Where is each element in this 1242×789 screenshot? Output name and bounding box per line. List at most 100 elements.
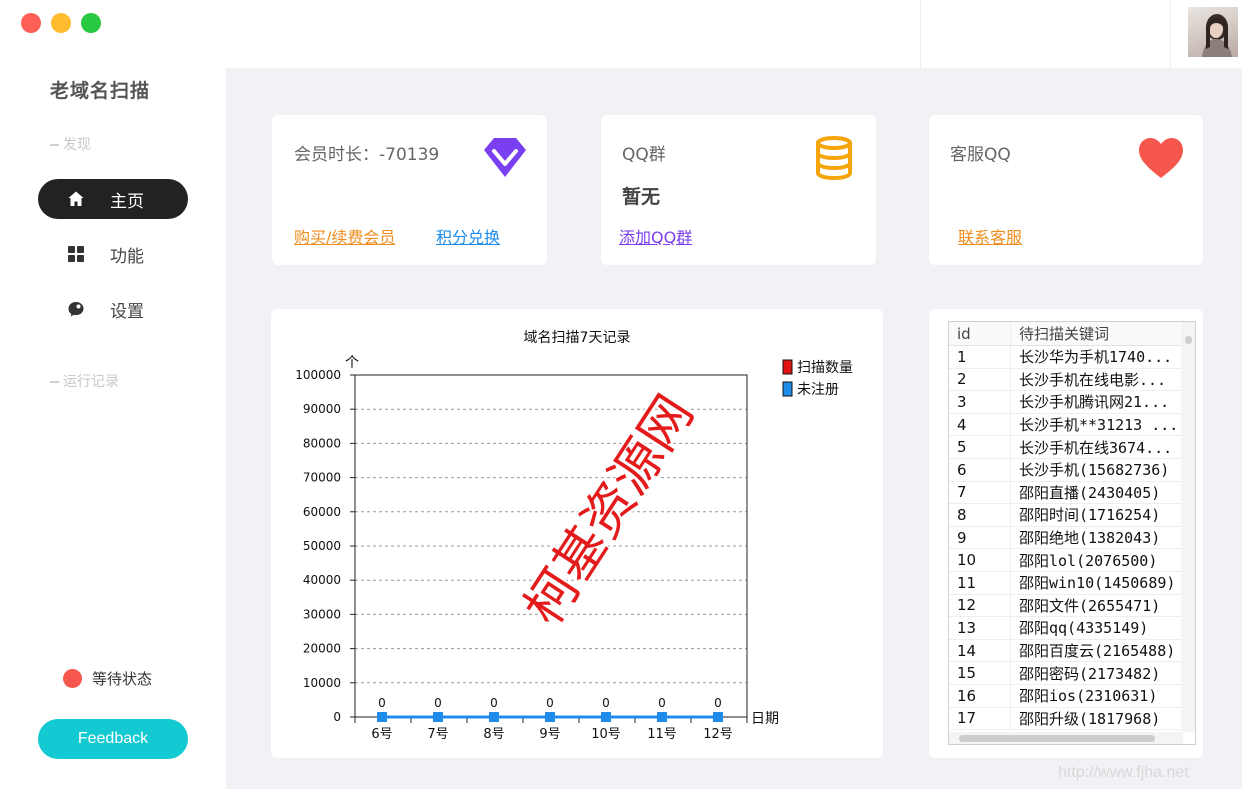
window-close-button[interactable] [21, 13, 41, 33]
feedback-button[interactable]: Feedback [38, 719, 188, 759]
legend-label: 未注册 [797, 382, 839, 398]
table-row[interactable]: 16 邵阳ios(2310631) [949, 684, 1195, 708]
cell-keyword: 邵阳直播(2430405) [1019, 483, 1161, 502]
x-tick-label: 10号 [591, 727, 621, 742]
cell-id: 3 [949, 391, 1011, 413]
cell-keyword: 邵阳ios(2310631) [1019, 687, 1158, 706]
table-row[interactable]: 12 邵阳文件(2655471) [949, 594, 1195, 618]
keyword-table-card: id 待扫描关键词 1 长沙华为手机1740... 2 长沙手机在线电影... 3 长沙手… [929, 309, 1203, 758]
contact-support-link[interactable]: 联系客服 [958, 224, 1022, 248]
top-bar [226, 0, 1242, 68]
cell-id: 1 [949, 346, 1011, 368]
section-run-log-label: 运行记录 [63, 374, 119, 390]
sidebar-item-features[interactable]: 功能 [38, 234, 188, 274]
table-header: id 待扫描关键词 [949, 322, 1195, 346]
y-tick-label: 20000 [303, 642, 341, 656]
points-exchange-link[interactable]: 积分兑换 [436, 224, 500, 248]
section-discover: 发现 [50, 134, 91, 154]
y-tick-label: 10000 [303, 676, 341, 690]
add-qq-group-link[interactable]: 添加QQ群 [619, 224, 692, 248]
cell-id: 10 [949, 549, 1011, 571]
cell-id: 13 [949, 617, 1011, 639]
data-point [433, 712, 443, 722]
cell-keyword: 邵阳qq(4335149) [1019, 619, 1149, 638]
y-tick-label: 40000 [303, 573, 341, 587]
horizontal-scrollbar[interactable] [949, 732, 1183, 744]
section-discover-label: 发现 [63, 137, 91, 153]
table-row[interactable]: 17 邵阳升级(1817968) [949, 707, 1195, 731]
qq-group-label: QQ群 [622, 145, 666, 165]
table-row[interactable]: 1 长沙华为手机1740... [949, 346, 1195, 369]
cell-keyword: 长沙手机在线电影... [1019, 370, 1167, 389]
cell-keyword: 邵阳绝地(1382043) [1019, 529, 1161, 548]
table-row[interactable]: 9 邵阳绝地(1382043) [949, 526, 1195, 550]
table-row[interactable]: 10 邵阳lol(2076500) [949, 549, 1195, 572]
x-tick-label: 6号 [371, 727, 392, 742]
cell-id: 15 [949, 662, 1011, 684]
table-row[interactable]: 11 邵阳win10(1450689) [949, 571, 1195, 595]
dash-icon [50, 381, 59, 383]
cell-keyword: 邵阳时间(1716254) [1019, 506, 1161, 525]
app-title: 老域名扫描 [50, 80, 151, 102]
cell-id: 11 [949, 571, 1011, 594]
data-point [545, 712, 555, 722]
y-axis-label: 个 [345, 355, 359, 371]
legend-swatch [782, 359, 793, 375]
y-tick-label: 90000 [303, 402, 341, 416]
keyword-table[interactable]: id 待扫描关键词 1 长沙华为手机1740... 2 长沙手机在线电影... 3 长沙手… [948, 321, 1196, 745]
table-row[interactable]: 14 邵阳百度云(2165488) [949, 639, 1195, 663]
legend-swatch [782, 381, 793, 397]
diamond-icon [483, 135, 527, 183]
x-tick-label: 11号 [647, 727, 677, 742]
cell-keyword: 长沙手机腾讯网21... [1019, 393, 1170, 412]
divider [920, 0, 921, 68]
table-row[interactable]: 15 邵阳密码(2173482) [949, 662, 1195, 685]
data-label: 0 [546, 696, 554, 710]
chat-bubble-icon [66, 299, 86, 319]
table-row[interactable]: 13 邵阳qq(4335149) [949, 617, 1195, 640]
status-indicator: 等待状态 [63, 668, 152, 689]
table-row[interactable]: 6 长沙手机(15682736) [949, 458, 1195, 482]
sidebar-item-home[interactable]: 主页 [38, 179, 188, 219]
table-row[interactable]: 8 邵阳时间(1716254) [949, 504, 1195, 527]
footer-url: http://www.fjha.net [1058, 764, 1189, 781]
scroll-thumb[interactable] [959, 735, 1155, 742]
cell-keyword: 邵阳升级(1817968) [1019, 709, 1161, 728]
membership-card: 会员时长：-70139 购买/续费会员 积分兑换 [272, 115, 547, 265]
avatar[interactable] [1188, 7, 1238, 57]
sidebar-item-settings[interactable]: 设置 [38, 289, 188, 329]
cell-keyword: 长沙手机**31213 ... [1019, 416, 1179, 435]
header-id[interactable]: id [949, 322, 1011, 345]
table-row[interactable]: 5 长沙手机在线3674... [949, 436, 1195, 459]
table-row[interactable]: 4 长沙手机**31213 ... [949, 413, 1195, 437]
x-axis-label: 日期 [751, 711, 779, 727]
y-tick-label: 70000 [303, 471, 341, 485]
table-row[interactable]: 3 长沙手机腾讯网21... [949, 391, 1195, 414]
table-row[interactable]: 7 邵阳直播(2430405) [949, 481, 1195, 505]
cell-id: 7 [949, 481, 1011, 504]
window-minimize-button[interactable] [51, 13, 71, 33]
vertical-scrollbar[interactable] [1181, 322, 1195, 732]
window-maximize-button[interactable] [81, 13, 101, 33]
status-text: 等待状态 [92, 670, 153, 688]
divider [1170, 0, 1171, 68]
scroll-thumb[interactable] [1185, 336, 1192, 344]
grid-icon [66, 244, 86, 264]
x-tick-label: 8号 [483, 727, 504, 742]
y-tick-label: 50000 [303, 539, 341, 553]
data-label: 0 [434, 696, 442, 710]
header-keyword[interactable]: 待扫描关键词 [1011, 323, 1183, 344]
dash-icon [50, 144, 59, 146]
sidebar-item-label: 设置 [110, 301, 144, 322]
section-run-log[interactable]: 运行记录 [50, 371, 119, 391]
sidebar-item-label: 主页 [110, 191, 144, 212]
table-row[interactable]: 2 长沙手机在线电影... [949, 368, 1195, 392]
data-label: 0 [490, 696, 498, 710]
y-tick-label: 80000 [303, 436, 341, 450]
buy-membership-link[interactable]: 购买/续费会员 [294, 224, 395, 248]
cell-id: 4 [949, 413, 1011, 436]
x-tick-label: 7号 [427, 727, 448, 742]
cell-keyword: 长沙华为手机1740... [1019, 348, 1173, 367]
data-point [713, 712, 723, 722]
qq-group-card: QQ群 暂无 添加QQ群 [601, 115, 876, 265]
